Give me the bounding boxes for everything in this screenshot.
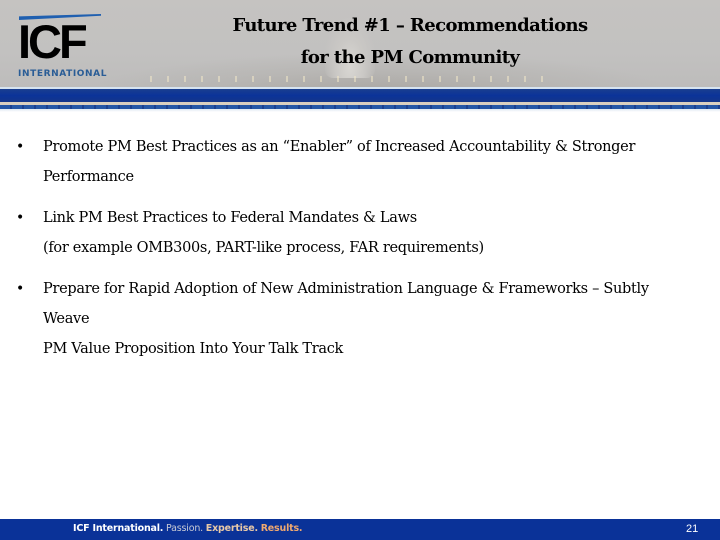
bullet-line: Performance <box>43 169 134 185</box>
bullet-marker-icon: • <box>16 139 25 155</box>
footer-results: Results. <box>260 523 303 534</box>
footer-tagline: ICF International. Passion. Expertise. R… <box>73 522 303 536</box>
header-banner: ICF INTERNATIONAL Future Trend #1 – Reco… <box>0 0 720 87</box>
bullet-line: Link PM Best Practices to Federal Mandat… <box>43 210 417 226</box>
bullet-text: Link PM Best Practices to Federal Mandat… <box>43 203 693 263</box>
slide: ICF INTERNATIONAL Future Trend #1 – Reco… <box>0 0 720 540</box>
bullet-text: Promote PM Best Practices as an “Enabler… <box>43 132 693 192</box>
bullet-line: PM Value Proposition Into Your Talk Trac… <box>43 341 344 357</box>
footer-bar: ICF International. Passion. Expertise. R… <box>0 519 720 540</box>
header-divider-fade <box>0 109 720 112</box>
slide-title-line-1: Future Trend #1 – Recommendations <box>232 15 588 36</box>
bullet-text: Prepare for Rapid Adoption of New Admini… <box>43 274 693 364</box>
bullet-line: Prepare for Rapid Adoption of New Admini… <box>43 281 649 327</box>
slide-title-line-2: for the PM Community <box>300 47 520 68</box>
page-number: 21 <box>686 523 699 535</box>
logo-letters: ICF <box>18 15 88 68</box>
footer-passion: Passion. <box>166 523 203 534</box>
footer-expertise: Expertise. <box>205 523 258 534</box>
bullet-marker-icon: • <box>16 281 25 297</box>
header-divider-bar <box>0 89 720 102</box>
footer-company: ICF International. <box>73 523 164 534</box>
logo-subtitle: INTERNATIONAL <box>18 69 108 79</box>
slide-title: Future Trend #1 – Recommendations for th… <box>210 10 610 74</box>
city-lights <box>150 76 550 82</box>
bullet-marker-icon: • <box>16 210 25 226</box>
bullet-line: (for example OMB300s, PART-like process,… <box>43 240 484 256</box>
bullet-line: Promote PM Best Practices as an “Enabler… <box>43 139 636 155</box>
icf-logo: ICF INTERNATIONAL <box>18 12 108 80</box>
